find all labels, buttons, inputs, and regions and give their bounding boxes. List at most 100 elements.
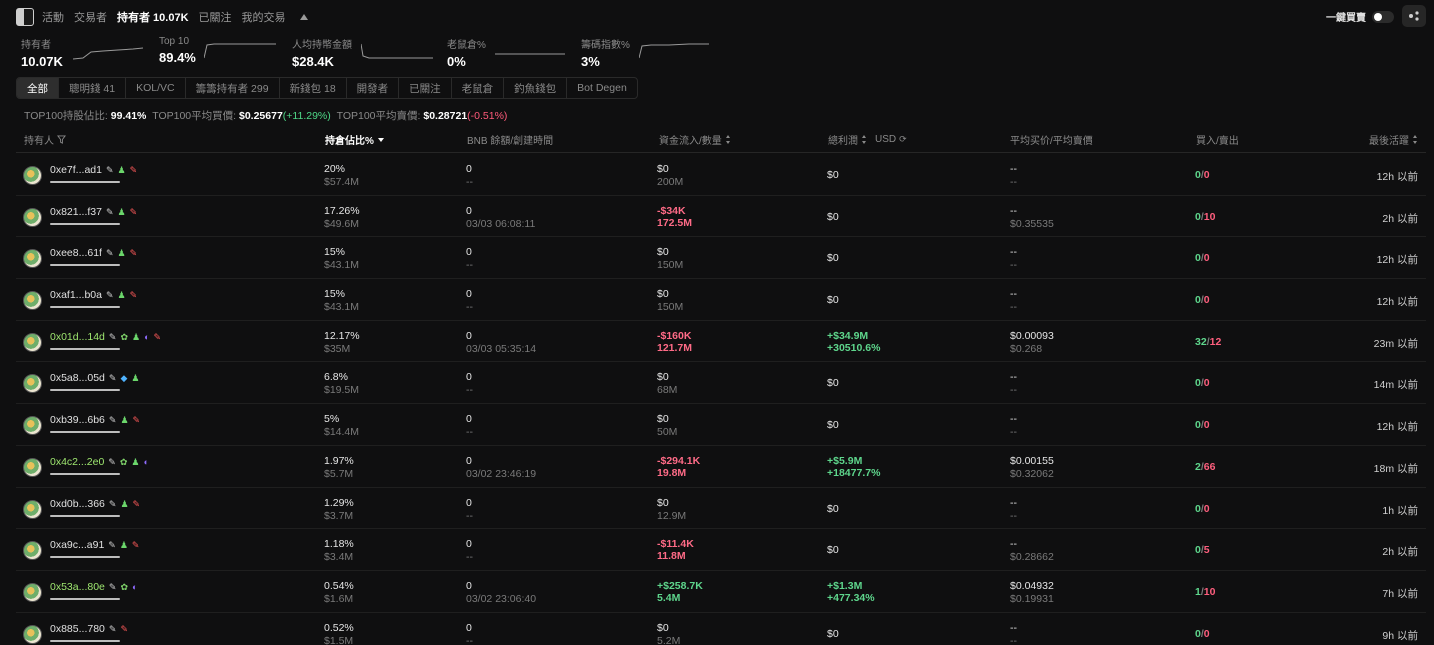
tab-holders[interactable]: 持有者 10.07K [117, 9, 189, 25]
avg-price-cell: -- $0.28662 [1010, 538, 1054, 563]
table-row[interactable]: 0xb39...6b6 ✎ ♟ ✎ 5% $14.4M 0 -- $0 50M $0 -- -- 0/0 1… [16, 404, 1426, 446]
avatar[interactable] [23, 207, 42, 227]
settings-button[interactable] [1402, 5, 1426, 27]
avatar[interactable] [23, 499, 42, 519]
holder-address[interactable]: 0xb39...6b6 ✎ ♟ ✎ [50, 414, 140, 426]
filter-chip-holders[interactable]: 籌籌持有者 299 [186, 78, 280, 98]
filter-rat-trading[interactable]: 老鼠倉 [452, 78, 505, 98]
edit-icon[interactable]: ✎ [109, 624, 117, 634]
last-active: 2h 以前 [1382, 546, 1418, 559]
table-row[interactable]: 0xe7f...ad1 ✎ ♟ ✎ 20% $57.4M 0 -- $0 200M $0 -- -- 0/… [16, 154, 1426, 196]
holder-address[interactable]: 0xd0b...366 ✎ ♟ ✎ [50, 498, 140, 510]
table-row[interactable]: 0x53a...80e ✎ ✿ ◐ 0.54% $1.6M 0 03/02 23:06:40 +… [16, 571, 1426, 613]
filter-developer[interactable]: 開發者 [347, 78, 400, 98]
table-row[interactable]: 0x01d...14d ✎ ✿ ♟ ◐ ✎ 12.17% $35M 0 03/03 05:35:1… [16, 321, 1426, 363]
table-row[interactable]: 0x4c2...2e0 ✎ ✿ ♟ ◐ 1.97% $5.7M 0 03/02 23:46:19… [16, 446, 1426, 488]
tab-activity[interactable]: 活動 [42, 9, 64, 25]
holder-address-text[interactable]: 0x5a8...05d [50, 372, 105, 384]
swap-icon[interactable]: ⟳ [899, 134, 907, 145]
edit-icon[interactable]: ✎ [109, 332, 117, 342]
bnb-balance: 0 [466, 413, 472, 426]
holder-address-text[interactable]: 0x821...f37 [50, 206, 102, 218]
avatar[interactable] [23, 416, 42, 436]
edit-icon[interactable]: ✎ [106, 248, 114, 258]
holder-address[interactable]: 0xee8...61f ✎ ♟ ✎ [50, 247, 137, 259]
table-row[interactable]: 0x821...f37 ✎ ♟ ✎ 17.26% $49.6M 0 03/03 06:08:1… [16, 196, 1426, 238]
quick-trade-toggle[interactable] [1372, 10, 1394, 23]
table-row[interactable]: 0xa9c...a91 ✎ ♟ ✎ 1.18% $3.4M 0 -- -$11.4K 11.8M $… [16, 529, 1426, 571]
person-icon: ♟ [131, 456, 140, 467]
avatar[interactable] [23, 541, 42, 561]
edit-icon[interactable]: ✎ [106, 290, 114, 300]
collapse-caret-icon[interactable] [299, 14, 308, 20]
flow-amount: $0 [657, 246, 669, 259]
holder-address-text[interactable]: 0xaf1...b0a [50, 289, 102, 301]
holder-address-text[interactable]: 0xe7f...ad1 [50, 164, 102, 176]
sell-count: 12 [1209, 335, 1222, 348]
holder-address[interactable]: 0x5a8...05d ✎ ◆ ♟ [50, 372, 139, 384]
stat-value: 89.4% [159, 50, 196, 65]
tab-my-trades[interactable]: 我的交易 [242, 9, 286, 25]
stat-top10: Top 10 89.4% [159, 36, 196, 65]
edit-icon[interactable]: ✎ [109, 373, 117, 383]
avatar[interactable] [23, 249, 42, 269]
col-share[interactable]: 持倉佔比% [325, 132, 384, 147]
holder-address-text[interactable]: 0x885...780 [50, 623, 105, 635]
edit-icon[interactable]: ✎ [109, 582, 117, 592]
holder-address[interactable]: 0x4c2...2e0 ✎ ✿ ♟ ◐ [50, 456, 149, 468]
filter-new-wallet[interactable]: 新錢包 18 [280, 78, 347, 98]
avatar[interactable] [23, 332, 42, 352]
flow-quantity: 50M [657, 426, 678, 439]
edit-icon[interactable]: ✎ [108, 457, 116, 467]
nodes-icon [1409, 11, 1419, 21]
edit-icon[interactable]: ✎ [109, 415, 117, 425]
holder-address-text[interactable]: 0x4c2...2e0 [50, 456, 104, 468]
filter-followed[interactable]: 已關注 [399, 78, 452, 98]
avatar[interactable] [23, 582, 42, 602]
edit-icon[interactable]: ✎ [106, 207, 114, 217]
holder-address[interactable]: 0x01d...14d ✎ ✿ ♟ ◐ ✎ [50, 331, 161, 343]
holder-address-text[interactable]: 0xb39...6b6 [50, 414, 105, 426]
col-profit[interactable]: 總利潤 USD ⟳ [828, 132, 907, 147]
table-row[interactable]: 0x5a8...05d ✎ ◆ ♟ 6.8% $19.5M 0 -- $0 68M $0 -- -- 0/… [16, 362, 1426, 405]
avatar[interactable] [23, 166, 42, 185]
holder-address[interactable]: 0x885...780 ✎ ✎ [50, 623, 128, 635]
filter-icon[interactable] [57, 135, 66, 144]
edit-icon[interactable]: ✎ [108, 540, 116, 550]
holder-address[interactable]: 0xaf1...b0a ✎ ♟ ✎ [50, 289, 137, 301]
col-flow[interactable]: 資金流入/數量 [659, 132, 731, 147]
tab-traders[interactable]: 交易者 [74, 9, 107, 25]
filter-smart-money[interactable]: 聰明錢 41 [59, 78, 127, 98]
table-row[interactable]: 0x885...780 ✎ ✎ 0.52% $1.5M 0 -- $0 5.2M $0 -- -- 0/… [16, 613, 1426, 645]
filter-kol-vc[interactable]: KOL/VC [126, 78, 186, 98]
filter-bot-degen[interactable]: Bot Degen [567, 78, 637, 98]
avatar[interactable] [23, 457, 42, 477]
avatar[interactable] [23, 624, 42, 644]
holder-address-text[interactable]: 0xd0b...366 [50, 498, 105, 510]
table-row[interactable]: 0xd0b...366 ✎ ♟ ✎ 1.29% $3.7M 0 -- $0 12.9M $0 -- --… [16, 488, 1426, 530]
tab-followed[interactable]: 已關注 [199, 9, 232, 25]
holder-address-text[interactable]: 0xee8...61f [50, 247, 102, 259]
holder-address-text[interactable]: 0xa9c...a91 [50, 539, 104, 551]
table-row[interactable]: 0xaf1...b0a ✎ ♟ ✎ 15% $43.1M 0 -- $0 150M $0 -- -- 0/… [16, 279, 1426, 321]
sell-count: 5 [1203, 544, 1210, 557]
table-row[interactable]: 0xee8...61f ✎ ♟ ✎ 15% $43.1M 0 -- $0 150M $0 -- -- 0/… [16, 237, 1426, 280]
holder-address[interactable]: 0xa9c...a91 ✎ ♟ ✎ [50, 539, 139, 551]
filter-phishing-wallet[interactable]: 釣魚錢包 [504, 78, 568, 98]
currency-switch[interactable]: USD [875, 134, 896, 145]
holder-address[interactable]: 0xe7f...ad1 ✎ ♟ ✎ [50, 164, 137, 176]
flow-amount: $0 [657, 621, 669, 634]
filter-all[interactable]: 全部 [17, 78, 59, 98]
holder-address-text[interactable]: 0x01d...14d [50, 331, 105, 343]
avatar[interactable] [23, 374, 42, 394]
person-icon: ♟ [131, 331, 141, 342]
sidebar-toggle-icon[interactable] [16, 8, 34, 26]
col-last-active[interactable]: 最後活躍 [1369, 132, 1418, 147]
edit-icon[interactable]: ✎ [106, 165, 114, 175]
avatar[interactable] [23, 291, 42, 311]
edit-icon[interactable]: ✎ [109, 499, 117, 509]
holder-address-text[interactable]: 0x53a...80e [50, 581, 105, 593]
holder-address[interactable]: 0x53a...80e ✎ ✿ ◐ [50, 581, 137, 593]
holder-address[interactable]: 0x821...f37 ✎ ♟ ✎ [50, 206, 137, 218]
col-holder[interactable]: 持有人 [24, 132, 66, 147]
